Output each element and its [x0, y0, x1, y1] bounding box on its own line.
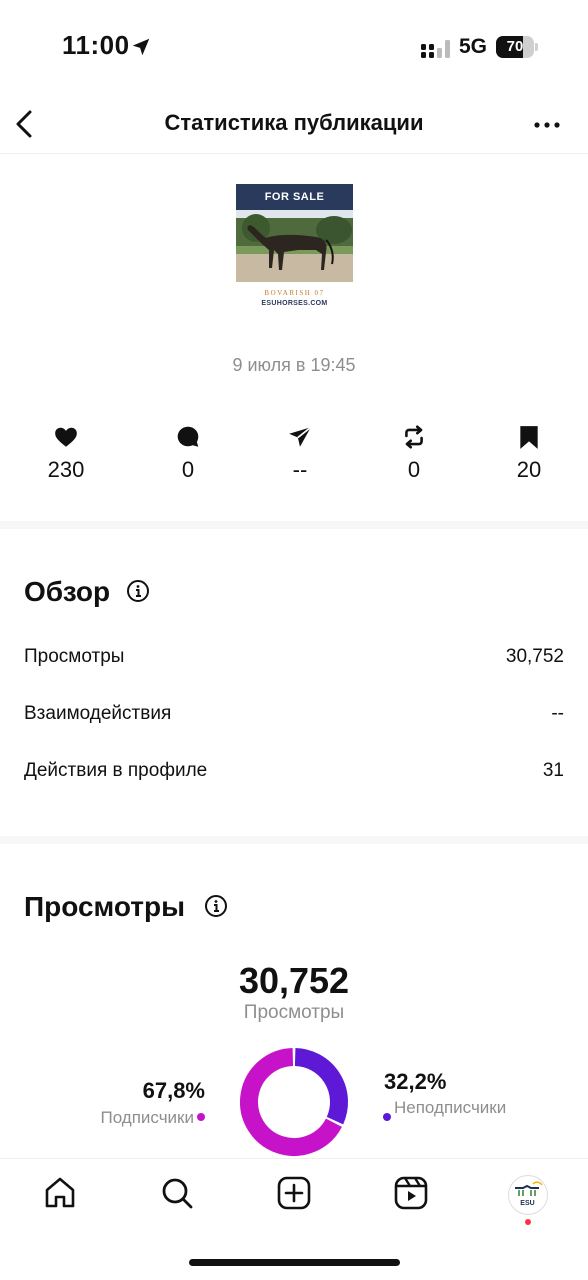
battery-icon: 70 [496, 36, 538, 58]
views-total-label: Просмотры [243, 1002, 345, 1023]
battery-level: 70 [506, 38, 524, 55]
non-followers-percent: 32,2% [384, 1069, 447, 1094]
overview-value: -- [551, 703, 564, 724]
more-options-icon[interactable] [530, 110, 564, 140]
notification-dot [525, 1219, 531, 1225]
location-arrow-icon [132, 38, 150, 56]
post-thumbnail[interactable]: FOR SALE BOVARISH 07 ESUHORSES.COM [236, 184, 353, 326]
reposts-metric: 0 [369, 420, 459, 490]
avatar-text: ESU [520, 1200, 535, 1207]
search-icon[interactable] [159, 1175, 195, 1211]
shares-metric: -- [255, 420, 345, 490]
likes-metric: 230 [21, 420, 111, 490]
thumbnail-horse-name: BOVARISH 07 [264, 289, 325, 297]
heart-icon [55, 427, 77, 447]
status-bar: 11:00 5G 70 [0, 0, 588, 96]
thumbnail-website: ESUHORSES.COM [261, 300, 328, 307]
page-title: Статистика публикации [164, 110, 424, 135]
section-divider [0, 521, 588, 529]
network-type: 5G [459, 35, 488, 58]
comments-metric: 0 [143, 420, 233, 490]
views-donut-chart [240, 1048, 348, 1156]
likes-count: 230 [47, 457, 85, 482]
create-icon[interactable] [276, 1175, 312, 1211]
non-followers-label: Неподписчики [394, 1098, 507, 1117]
overview-row-profile-actions: Действия в профиле 31 [24, 760, 564, 790]
overview-label: Действия в профиле [24, 760, 208, 781]
overview-row-views: Просмотры 30,752 [24, 646, 564, 676]
section-divider [0, 836, 588, 844]
thumbnail-banner: FOR SALE [236, 184, 353, 210]
reels-icon[interactable] [393, 1175, 429, 1211]
home-indicator[interactable] [189, 1259, 400, 1266]
non-followers-legend-dot [383, 1113, 391, 1121]
followers-percent: 67,8% [142, 1078, 205, 1103]
reposts-count: 0 [407, 457, 421, 482]
overview-title: Обзор [24, 576, 111, 607]
views-total: 30,752 [238, 960, 350, 1001]
non-followers-slice [294, 1048, 348, 1125]
repost-icon [405, 425, 423, 449]
horse-photo [236, 210, 353, 282]
overview-value: 31 [542, 760, 564, 781]
profile-avatar[interactable]: ESU [508, 1175, 548, 1215]
saves-metric: 20 [484, 420, 574, 490]
share-icon [289, 426, 312, 447]
comment-icon [177, 426, 199, 447]
bookmark-icon [520, 426, 538, 449]
overview-label: Просмотры [24, 646, 125, 667]
home-icon[interactable] [42, 1175, 78, 1211]
status-time: 11:00 [62, 30, 130, 60]
overview-label: Взаимодействия [24, 703, 172, 724]
views-title: Просмотры [24, 891, 186, 922]
comments-count: 0 [181, 457, 195, 482]
nav-header: Статистика публикации [0, 96, 588, 154]
followers-legend-dot [197, 1113, 205, 1121]
info-icon[interactable] [126, 579, 150, 603]
info-icon[interactable] [204, 894, 228, 918]
metrics-row: 230 0 -- 0 20 [0, 420, 588, 490]
cell-signal-icon [421, 40, 450, 58]
saves-count: 20 [516, 457, 542, 482]
overview-value: 30,752 [505, 646, 564, 667]
overview-row-interactions: Взаимодействия -- [24, 703, 564, 733]
avatar-logo-icon [515, 1181, 543, 1196]
followers-label: Подписчики [100, 1108, 194, 1127]
post-date: 9 июля в 19:45 [232, 355, 356, 375]
shares-count: -- [292, 457, 308, 482]
